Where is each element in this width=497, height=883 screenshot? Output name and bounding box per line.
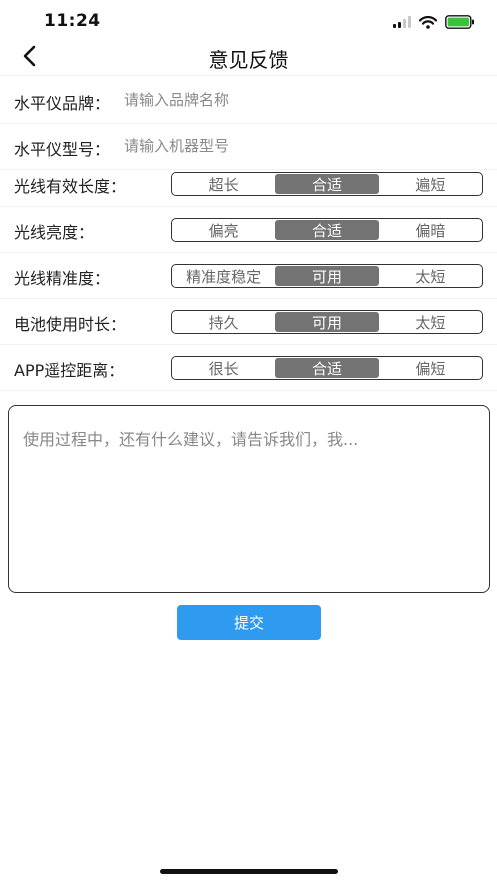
- segment-option[interactable]: 偏短: [379, 357, 482, 379]
- battery-life-segmented-control: 持久 可用 太短: [171, 310, 483, 334]
- segment-option[interactable]: 太短: [379, 265, 482, 287]
- segment-option[interactable]: 持久: [172, 311, 275, 333]
- rating-row-light-brightness: 光线亮度： 偏亮 合适 偏暗: [0, 207, 497, 253]
- cellular-signal-icon: [393, 16, 411, 28]
- app-range-segmented-control: 很长 合适 偏短: [171, 356, 483, 380]
- segment-option[interactable]: 可用: [275, 266, 379, 286]
- segment-option[interactable]: 合适: [275, 358, 379, 378]
- feedback-page: 11:24 意见反馈 水平仪品牌： 请输入品牌名称 水平仪型号： 请输入机器型号…: [0, 0, 497, 883]
- model-input[interactable]: [124, 132, 474, 160]
- segment-option[interactable]: 偏亮: [172, 219, 275, 241]
- rating-row-battery-life: 电池使用时长： 持久 可用 太短: [0, 299, 497, 345]
- segment-option[interactable]: 合适: [275, 174, 379, 194]
- rating-row-light-accuracy: 光线精准度： 精准度稳定 可用 太短: [0, 253, 497, 299]
- light-brightness-segmented-control: 偏亮 合适 偏暗: [171, 218, 483, 242]
- light-accuracy-segmented-control: 精准度稳定 可用 太短: [171, 264, 483, 288]
- segment-option[interactable]: 偏暗: [379, 219, 482, 241]
- light-length-label: 光线有效长度：: [14, 177, 127, 196]
- status-icons: [393, 14, 475, 30]
- feedback-textarea[interactable]: [9, 406, 489, 592]
- feedback-textarea-container: [8, 405, 490, 593]
- navigation-bar: 意见反馈: [0, 36, 497, 76]
- light-accuracy-label: 光线精准度：: [14, 269, 111, 288]
- segment-option[interactable]: 超长: [172, 173, 275, 195]
- segment-option[interactable]: 很长: [172, 357, 275, 379]
- brand-row: 水平仪品牌：: [0, 78, 497, 124]
- light-length-segmented-control: 超长 合适 遍短: [171, 172, 483, 196]
- segment-option[interactable]: 太短: [379, 311, 482, 333]
- submit-button[interactable]: 提交: [177, 605, 321, 640]
- segment-option[interactable]: 合适: [275, 220, 379, 240]
- segment-option[interactable]: 遍短: [379, 173, 482, 195]
- model-label: 水平仪型号：: [14, 140, 111, 159]
- rating-row-app-range: APP遥控距离： 很长 合适 偏短: [0, 345, 497, 391]
- app-range-label: APP遥控距离：: [14, 361, 125, 380]
- page-title: 意见反馈: [208, 48, 289, 72]
- wifi-icon: [419, 15, 437, 29]
- light-brightness-label: 光线亮度：: [14, 223, 95, 242]
- home-indicator: [160, 869, 338, 874]
- rating-row-light-length: 光线有效长度： 超长 合适 遍短: [0, 161, 497, 207]
- segment-option[interactable]: 精准度稳定: [172, 265, 275, 287]
- battery-life-label: 电池使用时长：: [14, 315, 127, 334]
- segment-option[interactable]: 可用: [275, 312, 379, 332]
- brand-label: 水平仪品牌：: [14, 94, 111, 113]
- status-time: 11:24: [44, 11, 101, 31]
- brand-input[interactable]: [124, 86, 474, 114]
- battery-icon: [445, 15, 474, 29]
